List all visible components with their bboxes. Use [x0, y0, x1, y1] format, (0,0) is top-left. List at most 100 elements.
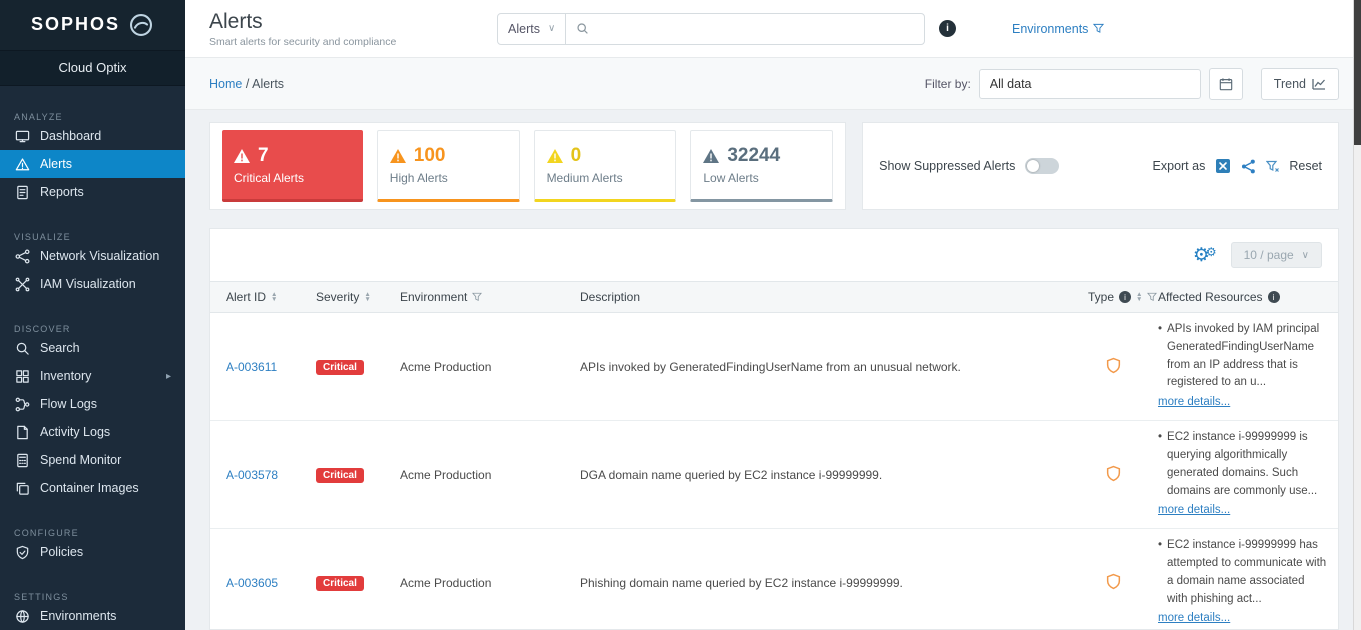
- trend-button-label: Trend: [1274, 77, 1306, 91]
- sidebar-item-activity-logs[interactable]: Activity Logs: [0, 418, 185, 446]
- sort-icon[interactable]: ▲▼: [364, 292, 370, 302]
- environments-filter-link[interactable]: Environments: [1012, 22, 1104, 36]
- bullet-icon: •: [1158, 321, 1162, 392]
- sophos-logo: SOPHOS: [0, 0, 185, 50]
- export-as-label: Export as: [1153, 159, 1206, 173]
- sidebar-item-reports[interactable]: Reports: [0, 178, 185, 206]
- sidebar-item-environments[interactable]: Environments: [0, 602, 185, 630]
- column-header-environment[interactable]: Environment: [390, 282, 570, 313]
- trend-chart-icon: [1312, 78, 1326, 90]
- column-header-affected-resources: Affected Resources i: [1148, 282, 1338, 313]
- sidebar-item-policies[interactable]: Policies: [0, 538, 185, 566]
- alert-summary-card: 7 Critical Alerts 100 High Alerts: [209, 122, 846, 210]
- sort-icon[interactable]: ▲▼: [271, 292, 277, 302]
- spend-monitor-icon: [14, 452, 30, 468]
- trend-button[interactable]: Trend: [1261, 68, 1339, 100]
- sidebar-item-label: Activity Logs: [40, 425, 110, 439]
- suppressed-alerts-group: Show Suppressed Alerts: [879, 158, 1059, 174]
- info-icon[interactable]: i: [1268, 291, 1280, 303]
- search-box: [566, 14, 924, 44]
- search-input[interactable]: [597, 22, 914, 36]
- calendar-button[interactable]: [1209, 68, 1243, 100]
- medium-alerts-count: 0: [571, 145, 582, 167]
- nav-section-label: VISUALIZE: [0, 222, 185, 242]
- column-header-type[interactable]: Type i ▲▼: [1078, 282, 1148, 313]
- environments-link-label: Environments: [1012, 22, 1088, 36]
- shield-type-icon[interactable]: [1105, 573, 1122, 590]
- high-alerts-tile[interactable]: 100 High Alerts: [377, 130, 520, 202]
- nav-section-configure: CONFIGURE Policies: [0, 502, 185, 566]
- affected-resources-text: EC2 instance i-99999999 is querying algo…: [1167, 429, 1328, 500]
- toggle-knob: [1027, 160, 1039, 172]
- sidebar-item-spend-monitor[interactable]: Spend Monitor: [0, 446, 185, 474]
- nav-section-visualize: VISUALIZE Network Visualization IAM Visu…: [0, 206, 185, 298]
- nav-section-label: SETTINGS: [0, 582, 185, 602]
- info-icon[interactable]: i: [939, 20, 956, 37]
- sidebar-item-flow-logs[interactable]: Flow Logs: [0, 390, 185, 418]
- search-icon: [14, 340, 30, 356]
- more-details-link[interactable]: more details...: [1158, 502, 1230, 520]
- breadcrumb-home-link[interactable]: Home: [209, 77, 242, 91]
- page-scrollbar: [1353, 0, 1361, 630]
- reset-label[interactable]: Reset: [1289, 159, 1322, 173]
- sidebar-item-iam-visualization[interactable]: IAM Visualization: [0, 270, 185, 298]
- sophos-swirl-icon: [128, 12, 154, 38]
- shield-type-icon[interactable]: [1105, 357, 1122, 374]
- sidebar-item-label: Search: [40, 341, 80, 355]
- warning-triangle-icon: [234, 149, 250, 163]
- page-subtitle: Smart alerts for security and compliance: [209, 36, 473, 48]
- critical-alerts-tile[interactable]: 7 Critical Alerts: [222, 130, 363, 202]
- column-header-description: Description: [570, 282, 1078, 313]
- export-group: Export as Reset: [1153, 158, 1322, 174]
- sidebar-item-network-visualization[interactable]: Network Visualization: [0, 242, 185, 270]
- environments-icon: [14, 608, 30, 624]
- share-icon[interactable]: [1241, 159, 1256, 174]
- sidebar-item-label: Environments: [40, 609, 116, 623]
- filter-funnel-icon[interactable]: [1147, 292, 1157, 302]
- sidebar-item-search[interactable]: Search: [0, 334, 185, 362]
- policies-icon: [14, 544, 30, 560]
- search-scope-select[interactable]: Alerts ∨: [498, 14, 566, 44]
- page-size-select[interactable]: 10 / page ∨: [1231, 242, 1322, 268]
- severity-badge: Critical: [316, 576, 364, 591]
- low-alerts-tile[interactable]: 32244 Low Alerts: [690, 130, 833, 202]
- warning-triangle-icon: [703, 149, 719, 163]
- column-header-alert-id[interactable]: Alert ID ▲▼: [210, 282, 306, 313]
- column-header-severity[interactable]: Severity ▲▼: [306, 282, 390, 313]
- sidebar-item-label: Network Visualization: [40, 249, 159, 263]
- alerts-table-card: ⚙⚙ 10 / page ∨ Alert ID ▲▼: [209, 228, 1339, 630]
- export-excel-icon[interactable]: [1215, 158, 1231, 174]
- nav-section-label: ANALYZE: [0, 102, 185, 122]
- bullet-icon: •: [1158, 537, 1162, 608]
- reset-filter-icon[interactable]: [1266, 160, 1279, 173]
- date-filter-input[interactable]: [979, 69, 1201, 99]
- high-alerts-count: 100: [414, 145, 446, 167]
- table-toolbar: ⚙⚙ 10 / page ∨: [210, 229, 1338, 281]
- sort-icon[interactable]: ▲▼: [1136, 292, 1142, 302]
- suppressed-alerts-toggle[interactable]: [1025, 158, 1059, 174]
- network-visualization-icon: [14, 248, 30, 264]
- sidebar-item-container-images[interactable]: Container Images: [0, 474, 185, 502]
- info-icon[interactable]: i: [1119, 291, 1131, 303]
- sidebar: SOPHOS Cloud Optix ANALYZE Dashboard Ale…: [0, 0, 185, 630]
- table-settings-gear-icon[interactable]: ⚙⚙: [1193, 246, 1217, 265]
- description-cell: DGA domain name queried by EC2 instance …: [570, 421, 1078, 529]
- alert-id-link[interactable]: A-003578: [226, 468, 278, 482]
- shield-type-icon[interactable]: [1105, 465, 1122, 482]
- inventory-icon: [14, 368, 30, 384]
- sidebar-item-alerts[interactable]: Alerts: [0, 150, 185, 178]
- scrollbar-thumb[interactable]: [1354, 0, 1361, 145]
- more-details-link[interactable]: more details...: [1158, 610, 1230, 628]
- medium-alerts-tile[interactable]: 0 Medium Alerts: [534, 130, 677, 202]
- alert-id-link[interactable]: A-003611: [226, 360, 277, 374]
- more-details-link[interactable]: more details...: [1158, 394, 1230, 412]
- calendar-icon: [1219, 77, 1233, 91]
- table-header-row: Alert ID ▲▼ Severity ▲▼ Environment Desc…: [210, 282, 1338, 313]
- filter-controls: Filter by: Trend: [925, 68, 1339, 100]
- sidebar-item-inventory[interactable]: Inventory ▸: [0, 362, 185, 390]
- filter-funnel-icon[interactable]: [472, 292, 482, 302]
- description-cell: APIs invoked by GeneratedFindingUserName…: [570, 313, 1078, 421]
- sidebar-item-dashboard[interactable]: Dashboard: [0, 122, 185, 150]
- nav-section-label: CONFIGURE: [0, 518, 185, 538]
- alert-id-link[interactable]: A-003605: [226, 576, 278, 590]
